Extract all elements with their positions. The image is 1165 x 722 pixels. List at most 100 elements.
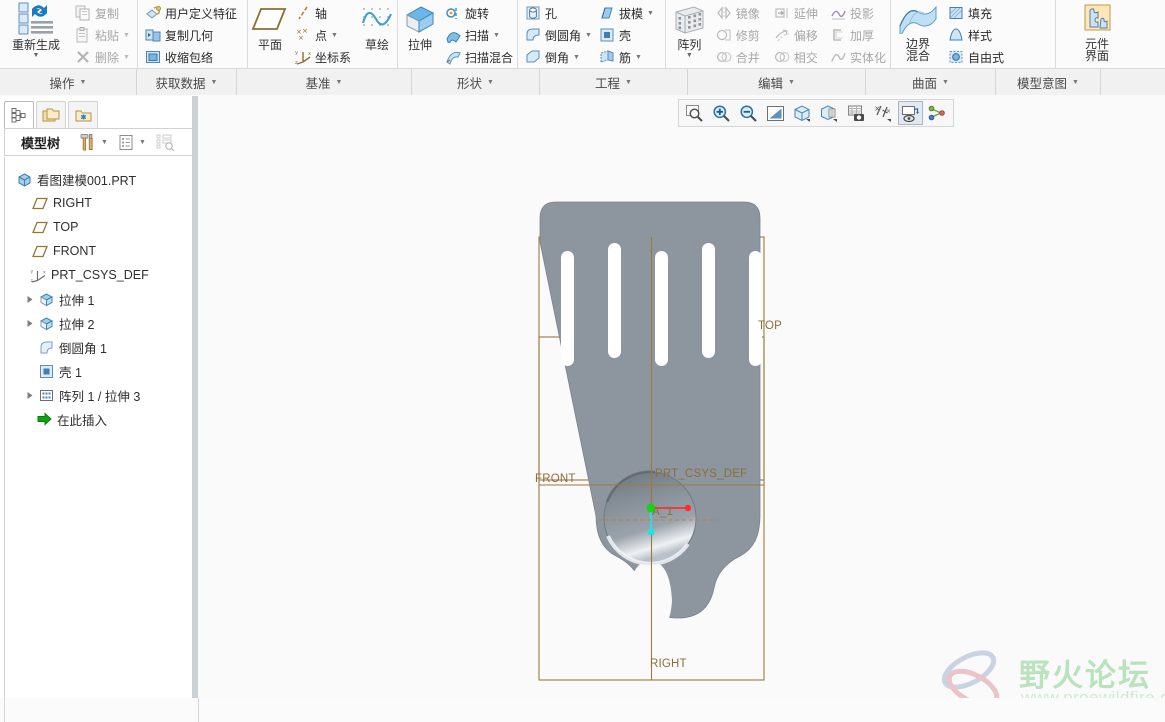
group-caption-engineering[interactable]: 工程 ▼: [540, 69, 688, 95]
model-tree-title: 模型树: [21, 135, 61, 151]
user-defined-feature-button[interactable]: 用户定义特征: [142, 2, 241, 24]
favorites-tab[interactable]: [68, 101, 98, 129]
project-button[interactable]: 投影: [827, 2, 890, 24]
chevron-down-icon[interactable]: ▼: [33, 52, 40, 59]
model-tree-list[interactable]: 看图建模001.PRT RIGHT TOP FRONT y x z PRT_CS…: [4, 157, 194, 715]
chevron-down-icon[interactable]: ▼: [942, 79, 949, 86]
chevron-down-icon[interactable]: ▼: [336, 79, 343, 86]
merge-button[interactable]: 合并: [713, 46, 771, 68]
chevron-down-icon[interactable]: ▼: [123, 54, 130, 61]
sweep-button[interactable]: 扫描 ▼: [442, 24, 517, 46]
axis-button[interactable]: 轴: [292, 2, 355, 24]
component-interface-button[interactable]: 元件 界面: [1070, 0, 1124, 68]
swept-blend-button[interactable]: 扫描混合: [442, 46, 517, 68]
delete-button[interactable]: 删除 ▼: [72, 46, 134, 68]
tree-node-shell-1[interactable]: 壳 1: [5, 359, 193, 383]
shrinkwrap-button[interactable]: 收缩包络: [142, 46, 241, 68]
extrude-button[interactable]: 拉伸: [398, 0, 442, 68]
folder-browser-tab[interactable]: [36, 101, 66, 129]
tree-node-part[interactable]: 看图建模001.PRT: [5, 167, 193, 191]
tree-node-front[interactable]: FRONT: [5, 239, 193, 263]
datum-label-top[interactable]: TOP: [758, 320, 782, 332]
group-caption-get-data[interactable]: 获取数据 ▼: [137, 69, 237, 95]
intersect-button[interactable]: 相交: [771, 46, 827, 68]
sketch-button[interactable]: 草绘: [355, 0, 399, 68]
thicken-button[interactable]: 加厚: [827, 24, 890, 46]
datum-label-right[interactable]: RIGHT: [650, 658, 687, 670]
plane-button[interactable]: 平面: [248, 0, 292, 68]
chamfer-button[interactable]: 倒角 ▼: [522, 46, 596, 68]
point-button[interactable]: × × × 点 ▼: [292, 24, 355, 46]
chevron-down-icon[interactable]: ▼: [635, 54, 642, 61]
model-tree-tab[interactable]: [4, 101, 34, 129]
freestyle-button[interactable]: 自由式: [945, 46, 1008, 68]
expand-arrow-icon[interactable]: [23, 295, 37, 304]
solidify-button[interactable]: 实体化: [827, 46, 890, 68]
chevron-down-icon[interactable]: ▼: [211, 79, 218, 86]
tree-node-top[interactable]: TOP: [5, 215, 193, 239]
chevron-down-icon[interactable]: ▼: [1072, 79, 1079, 86]
datum-label-axis[interactable]: A_1: [652, 506, 673, 518]
expand-arrow-icon[interactable]: [23, 319, 37, 328]
copy-geometry-button[interactable]: 复制几何: [142, 24, 241, 46]
coordinate-system-button[interactable]: y x z 坐标系: [292, 46, 355, 68]
rib-button[interactable]: 筋 ▼: [596, 46, 658, 68]
draft-button[interactable]: 拔模 ▼: [596, 2, 658, 24]
expand-arrow-icon[interactable]: [23, 391, 37, 400]
freestyle-icon: [947, 48, 965, 66]
chevron-down-icon[interactable]: ▼: [80, 79, 87, 86]
chevron-down-icon[interactable]: ▼: [686, 52, 693, 59]
offset-button[interactable]: 偏移: [771, 24, 827, 46]
chevron-down-icon[interactable]: ▼: [625, 79, 632, 86]
group-caption-editing[interactable]: 编辑 ▼: [688, 69, 866, 95]
group-caption-datum[interactable]: 基准 ▼: [237, 69, 412, 95]
chevron-down-icon[interactable]: ▼: [123, 32, 130, 39]
group-caption-surfaces[interactable]: 曲面 ▼: [866, 69, 996, 95]
tree-node-pattern-1[interactable]: 阵列 1 / 拉伸 3: [5, 383, 193, 407]
group-caption-operations[interactable]: 操作 ▼: [0, 69, 137, 95]
extend-button[interactable]: 延伸: [771, 2, 827, 24]
tree-filter-button[interactable]: [156, 130, 175, 154]
model-viewport[interactable]: [198, 96, 1165, 722]
extrude-icon: [401, 1, 439, 39]
hole-button[interactable]: 孔: [522, 2, 596, 24]
style-button[interactable]: 样式: [945, 24, 1008, 46]
delete-icon: [74, 48, 92, 66]
chevron-down-icon[interactable]: ▼: [101, 139, 108, 146]
tree-node-extrude-1[interactable]: 拉伸 1: [5, 287, 193, 311]
chevron-down-icon[interactable]: ▼: [585, 32, 592, 39]
tree-node-csys[interactable]: y x z PRT_CSYS_DEF: [5, 263, 193, 287]
tree-tools-button[interactable]: ▼: [78, 130, 108, 154]
pattern-button[interactable]: 阵列 ▼: [666, 0, 713, 68]
tree-node-right[interactable]: RIGHT: [5, 191, 193, 215]
boundary-blend-button[interactable]: 边界 混合: [891, 0, 945, 68]
mirror-button[interactable]: 镜像: [713, 2, 771, 24]
chevron-down-icon[interactable]: ▼: [331, 32, 338, 39]
chevron-down-icon[interactable]: ▼: [788, 79, 795, 86]
copy-button[interactable]: 复制: [72, 2, 134, 24]
chevron-down-icon[interactable]: ▼: [493, 32, 500, 39]
tree-node-insert-here[interactable]: 在此插入: [5, 407, 193, 431]
chevron-down-icon[interactable]: ▼: [647, 10, 654, 17]
datum-label-csys[interactable]: PRT_CSYS_DEF: [655, 468, 747, 480]
chevron-down-icon[interactable]: ▼: [487, 79, 494, 86]
chevron-down-icon[interactable]: ▼: [573, 54, 580, 61]
shell-button[interactable]: 壳: [596, 24, 658, 46]
group-caption-model-intent[interactable]: 模型意图 ▼: [996, 69, 1101, 95]
round-button[interactable]: 倒圆角 ▼: [522, 24, 596, 46]
group-caption-shapes[interactable]: 形状 ▼: [412, 69, 540, 95]
merge-button-label: 合并: [735, 50, 760, 65]
csys-button-label: 坐标系: [315, 50, 352, 65]
tree-node-round-1[interactable]: 倒圆角 1: [5, 335, 193, 359]
graphics-window[interactable]: × × TOP FRONT RIGHT PRT_CSYS_DEF A_1 野火论…: [198, 96, 1165, 722]
regenerate-button[interactable]: 重新生成 ▼: [0, 0, 72, 68]
tree-filter-icon: [156, 134, 175, 151]
revolve-button[interactable]: 旋转: [442, 2, 517, 24]
tree-node-extrude-2[interactable]: 拉伸 2: [5, 311, 193, 335]
paste-button[interactable]: 粘贴 ▼: [72, 24, 134, 46]
trim-button[interactable]: 修剪: [713, 24, 771, 46]
tree-settings-button[interactable]: ▼: [118, 130, 146, 154]
datum-label-front[interactable]: FRONT: [535, 473, 576, 485]
chevron-down-icon[interactable]: ▼: [139, 139, 146, 146]
fill-button[interactable]: 填充: [945, 2, 1008, 24]
